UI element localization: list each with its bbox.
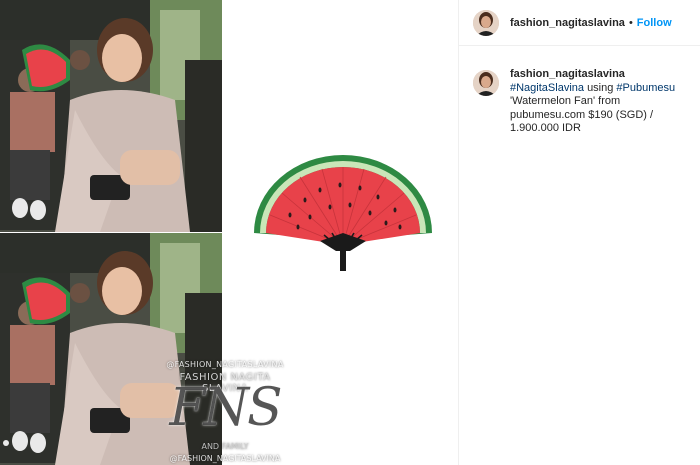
- caption: fashion_nagitaslavina #NagitaSlavina usi…: [473, 68, 693, 136]
- header-username[interactable]: fashion_nagitaslavina: [510, 17, 625, 29]
- avatar[interactable]: [473, 9, 499, 36]
- watermelon-fan-icon: [254, 155, 432, 271]
- caption-text: fashion_nagitaslavina #NagitaSlavina usi…: [510, 68, 688, 136]
- caption-text-part1: using: [587, 81, 614, 94]
- follow-button[interactable]: Follow: [637, 17, 672, 29]
- caption-username[interactable]: fashion_nagitaslavina: [510, 68, 625, 80]
- post-side-panel: fashion_nagitaslavina • Follow fashion_n…: [458, 0, 700, 465]
- watermark-family: AND FAMILY: [201, 442, 249, 451]
- watermark-logo: FNS: [169, 378, 282, 438]
- post-header: fashion_nagitaslavina • Follow: [459, 0, 700, 46]
- photo-top: [0, 0, 222, 232]
- caption-text-part2: 'Watermelon Fan' from pubumesu.com $190 …: [510, 95, 654, 134]
- post-media[interactable]: @FASHION_NAGITASLAVINA FASHION NAGITA SL…: [0, 0, 458, 465]
- caption-avatar[interactable]: [473, 70, 499, 96]
- hashtag-pubumesu[interactable]: #Pubumesu: [616, 82, 675, 94]
- hashtag-nagitaslavina[interactable]: #NagitaSlavina: [510, 82, 584, 94]
- watermark-handle-bottom: @FASHION_NAGITASLAVINA: [169, 454, 281, 463]
- separator-dot: •: [628, 16, 633, 29]
- carousel-dot-indicator: [3, 440, 9, 446]
- watermark-handle-top: @FASHION_NAGITASLAVINA: [166, 360, 284, 369]
